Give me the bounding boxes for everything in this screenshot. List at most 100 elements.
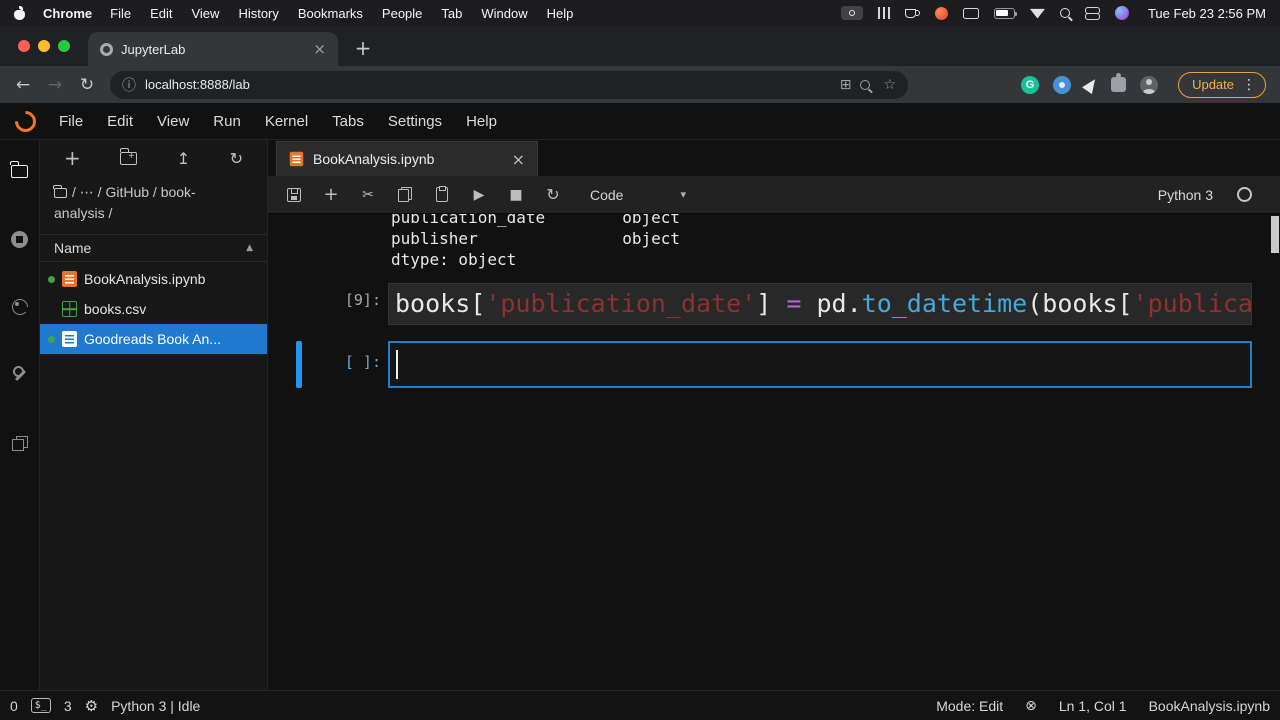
sidebar-item-running-kernels[interactable] (11, 228, 28, 250)
run-button[interactable]: ▶ (465, 182, 493, 208)
spotlight-icon[interactable] (1060, 8, 1070, 18)
macos-menu-history[interactable]: History (238, 6, 278, 21)
new-launcher-button[interactable]: + (64, 146, 81, 170)
battery-icon[interactable] (994, 8, 1015, 19)
address-bar[interactable]: ⓘ localhost:8888/lab ⊞ ☆ (110, 71, 908, 99)
execution-prompt: [9]: (268, 291, 381, 309)
cursor-position[interactable]: Ln 1, Col 1 (1059, 698, 1127, 714)
code-token: 'publica (1133, 289, 1251, 318)
execution-prompt: [ ]: (268, 353, 381, 371)
document-tab[interactable]: BookAnalysis.ipynb × (276, 141, 538, 176)
notebook-content[interactable]: publication_date object publisher object… (268, 214, 1280, 690)
active-file-name[interactable]: BookAnalysis.ipynb (1149, 698, 1270, 714)
refresh-button[interactable]: ↻ (230, 149, 243, 168)
terminal-icon[interactable]: $_ (31, 698, 51, 713)
file-row-books-csv[interactable]: books.csv (40, 294, 267, 324)
notification-icon[interactable]: ⊗ (1025, 698, 1037, 714)
tab-close-icon[interactable]: × (313, 40, 326, 58)
tab-close-icon[interactable]: × (512, 150, 525, 169)
upload-button[interactable]: ↥ (177, 149, 190, 168)
display-icon[interactable] (963, 8, 979, 19)
macos-menu-window[interactable]: Window (481, 6, 527, 21)
wifi-icon[interactable] (1030, 8, 1045, 19)
jupyterlab-menu-settings[interactable]: Settings (376, 113, 454, 130)
breadcrumb[interactable]: / ⋯ / GitHub / book-analysis / (40, 176, 254, 234)
grid-icon[interactable]: ⊞ (840, 77, 852, 93)
close-window-button[interactable] (18, 40, 30, 52)
macos-menu-people[interactable]: People (382, 6, 422, 21)
jupyterlab-menu-edit[interactable]: Edit (95, 113, 145, 130)
control-center-icon[interactable] (1085, 7, 1100, 20)
kernels-count[interactable]: 3 (64, 698, 72, 714)
tabs-icon (12, 436, 28, 451)
macos-menu-view[interactable]: View (191, 6, 219, 21)
macos-menu-file[interactable]: File (110, 6, 131, 21)
file-row-goodreads-book-an-[interactable]: Goodreads Book An... (40, 324, 267, 354)
extension-icon[interactable] (1053, 76, 1071, 94)
jupyterlab-menu-help[interactable]: Help (454, 113, 509, 130)
zoom-icon[interactable] (860, 80, 870, 90)
scrollbar-thumb[interactable] (1271, 216, 1279, 253)
extensions-puzzle-icon[interactable] (1111, 77, 1126, 92)
add-cell-button[interactable]: + (317, 182, 345, 208)
bookmark-star-icon[interactable]: ☆ (883, 77, 896, 93)
screen-record-icon[interactable] (841, 6, 863, 20)
url-text: localhost:8888/lab (145, 77, 250, 92)
document-tab-bar: BookAnalysis.ipynb × (268, 140, 1280, 176)
fullscreen-window-button[interactable] (58, 40, 70, 52)
macos-menu-edit[interactable]: Edit (150, 6, 172, 21)
kernel-area: Python 3 (1158, 187, 1268, 203)
file-row-bookanalysis-ipynb[interactable]: BookAnalysis.ipynb (40, 264, 267, 294)
macos-menu-bookmarks[interactable]: Bookmarks (298, 6, 363, 21)
file-list-header[interactable]: Name ▲ (40, 234, 267, 262)
sidebar-item-file-browser[interactable] (11, 160, 28, 182)
macos-menu-tab[interactable]: Tab (441, 6, 462, 21)
sidebar-item-property-inspector[interactable] (12, 364, 28, 386)
app-status-icon[interactable] (935, 7, 948, 20)
jupyterlab-menu-tabs[interactable]: Tabs (320, 113, 376, 130)
macos-menu-help[interactable]: Help (547, 6, 574, 21)
code-cell[interactable]: books['publication_date'] = pd.to_dateti… (388, 283, 1252, 325)
macos-app-name[interactable]: Chrome (43, 6, 92, 21)
stop-button[interactable]: ■ (502, 182, 530, 208)
coffee-app-icon[interactable] (905, 9, 916, 18)
active-code-cell[interactable] (388, 341, 1252, 388)
browser-menu-icon[interactable]: ⋮ (1242, 77, 1256, 93)
profile-avatar[interactable] (1140, 76, 1158, 94)
grammarly-extension-icon[interactable]: G (1021, 76, 1039, 94)
kernel-name[interactable]: Python 3 (1158, 187, 1213, 203)
cursor-extension-icon[interactable] (1082, 75, 1100, 93)
site-info-icon[interactable]: ⓘ (122, 75, 136, 95)
new-folder-button[interactable] (120, 152, 137, 165)
window-tiling-icon[interactable] (878, 7, 890, 19)
restart-kernel-button[interactable]: ↻ (539, 182, 567, 208)
chrome-update-button[interactable]: Update ⋮ (1178, 72, 1266, 98)
sidebar-item-open-tabs[interactable] (12, 432, 28, 454)
siri-icon[interactable] (1115, 6, 1129, 20)
back-button[interactable]: ← (10, 75, 36, 95)
minimize-window-button[interactable] (38, 40, 50, 52)
copy-cells-button[interactable] (391, 182, 419, 208)
jupyterlab-menu-run[interactable]: Run (201, 113, 253, 130)
cut-cells-button[interactable]: ✂ (354, 182, 382, 208)
jupyterlab-menu-view[interactable]: View (145, 113, 201, 130)
terminals-count[interactable]: 0 (10, 698, 18, 714)
name-column-header[interactable]: Name (54, 240, 91, 256)
reload-button[interactable]: ↻ (74, 75, 100, 95)
menubar-clock[interactable]: Tue Feb 23 2:56 PM (1148, 6, 1266, 21)
code-line: books['publication_date'] = pd.to_dateti… (389, 284, 1251, 318)
apple-icon[interactable] (14, 6, 25, 20)
editor-mode[interactable]: Mode: Edit (936, 698, 1003, 714)
kernel-status-icon[interactable] (1237, 187, 1252, 202)
browser-tab[interactable]: JupyterLab × (88, 32, 338, 66)
gear-icon[interactable]: ⚙ (85, 697, 98, 715)
jupyterlab-menu-file[interactable]: File (47, 113, 95, 130)
new-tab-button[interactable]: + (350, 38, 376, 58)
forward-button[interactable]: → (42, 75, 68, 95)
jupyterlab-menu-kernel[interactable]: Kernel (253, 113, 320, 130)
kernel-status-text[interactable]: Python 3 | Idle (111, 698, 200, 714)
cell-type-dropdown[interactable]: Code ▾ (590, 187, 686, 203)
sidebar-item-commands[interactable] (12, 296, 28, 318)
save-button[interactable] (280, 182, 308, 208)
paste-cells-button[interactable] (428, 182, 456, 208)
